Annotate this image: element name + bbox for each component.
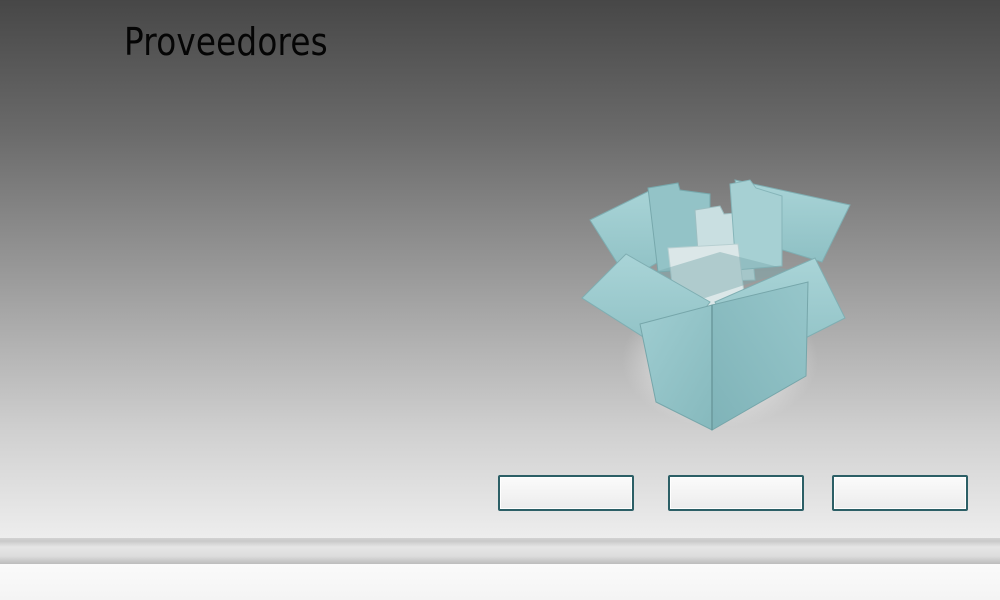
action-button-2[interactable]: [668, 475, 804, 511]
open-box-graphic: [581, 179, 851, 431]
footer-divider: [0, 538, 1000, 564]
open-box-icon: [560, 170, 860, 440]
footer-bar: [0, 538, 1000, 600]
footer-base: [0, 564, 1000, 600]
action-button-3[interactable]: [832, 475, 968, 511]
box-front-left: [639, 304, 713, 431]
app-window: Proveedores: [0, 0, 1000, 600]
page-title: Proveedores: [124, 20, 328, 64]
action-button-1[interactable]: [498, 475, 634, 511]
